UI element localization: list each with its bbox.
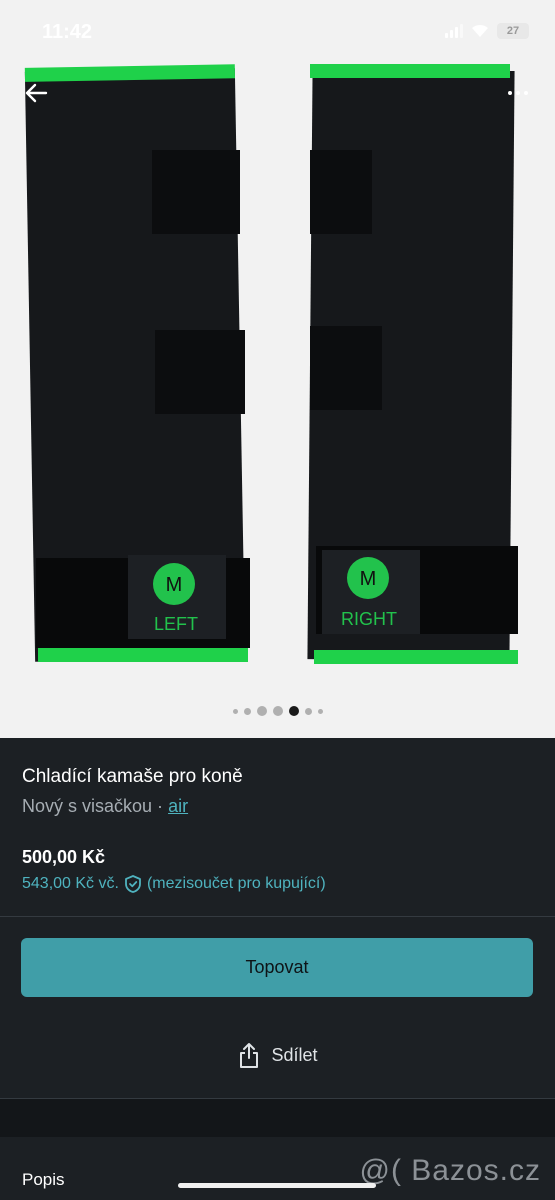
section-separator — [0, 1099, 555, 1137]
status-bar: 11:42 27 — [0, 0, 555, 60]
home-indicator[interactable] — [178, 1183, 376, 1188]
arrow-left-icon — [25, 83, 48, 103]
more-options-button[interactable] — [503, 80, 533, 106]
status-time: 11:42 — [42, 21, 93, 43]
shield-check-icon — [125, 875, 141, 893]
share-button[interactable]: Sdílet — [0, 1041, 555, 1069]
price-total-text: 543,00 Kč vč. — [22, 875, 119, 892]
size-badge-left: M — [166, 574, 183, 596]
brand-link[interactable]: air — [168, 796, 188, 816]
pagination-dot[interactable] — [243, 707, 251, 715]
left-label: LEFT — [154, 614, 198, 634]
condition-text: Nový s visačkou · — [22, 796, 164, 816]
listing-condition: Nový s visačkou · air — [22, 796, 188, 817]
description-heading: Popis — [22, 1170, 65, 1189]
more-dot-icon — [524, 91, 528, 95]
pagination-dot[interactable] — [288, 706, 299, 716]
listing-price: 500,00 Kč — [22, 847, 106, 867]
size-badge-right: M — [360, 568, 377, 590]
buyer-note: (mezisoučet pro kupující) — [146, 875, 326, 892]
pagination-dot[interactable] — [304, 707, 312, 715]
battery-icon: 27 — [497, 23, 529, 39]
pagination-dot[interactable] — [232, 708, 238, 714]
price-with-fee[interactable]: 543,00 Kč vč. (mezisoučet pro kupující) — [22, 874, 326, 894]
divider — [0, 916, 555, 917]
right-label: RIGHT — [341, 609, 397, 629]
gallery-pagination[interactable] — [0, 706, 555, 716]
pagination-dot[interactable] — [256, 706, 267, 716]
watermark: @( Bazos.cz — [359, 1154, 541, 1187]
more-dot-icon — [516, 91, 520, 95]
listing-title: Chladící kamaše pro koně — [22, 766, 243, 787]
share-icon — [240, 1043, 259, 1068]
cellular-signal-icon — [445, 24, 463, 38]
product-image: M LEFT M RIGHT — [24, 64, 518, 664]
bump-button[interactable]: Topovat — [21, 938, 533, 997]
back-button[interactable] — [22, 78, 52, 108]
share-label: Sdílet — [271, 1044, 318, 1065]
wifi-icon — [472, 24, 488, 37]
product-photo-gallery[interactable]: M LEFT M RIGHT 11:42 27 — [0, 0, 555, 738]
more-dot-icon — [508, 91, 512, 95]
pagination-dot[interactable] — [272, 706, 283, 716]
pagination-dot[interactable] — [317, 708, 323, 714]
